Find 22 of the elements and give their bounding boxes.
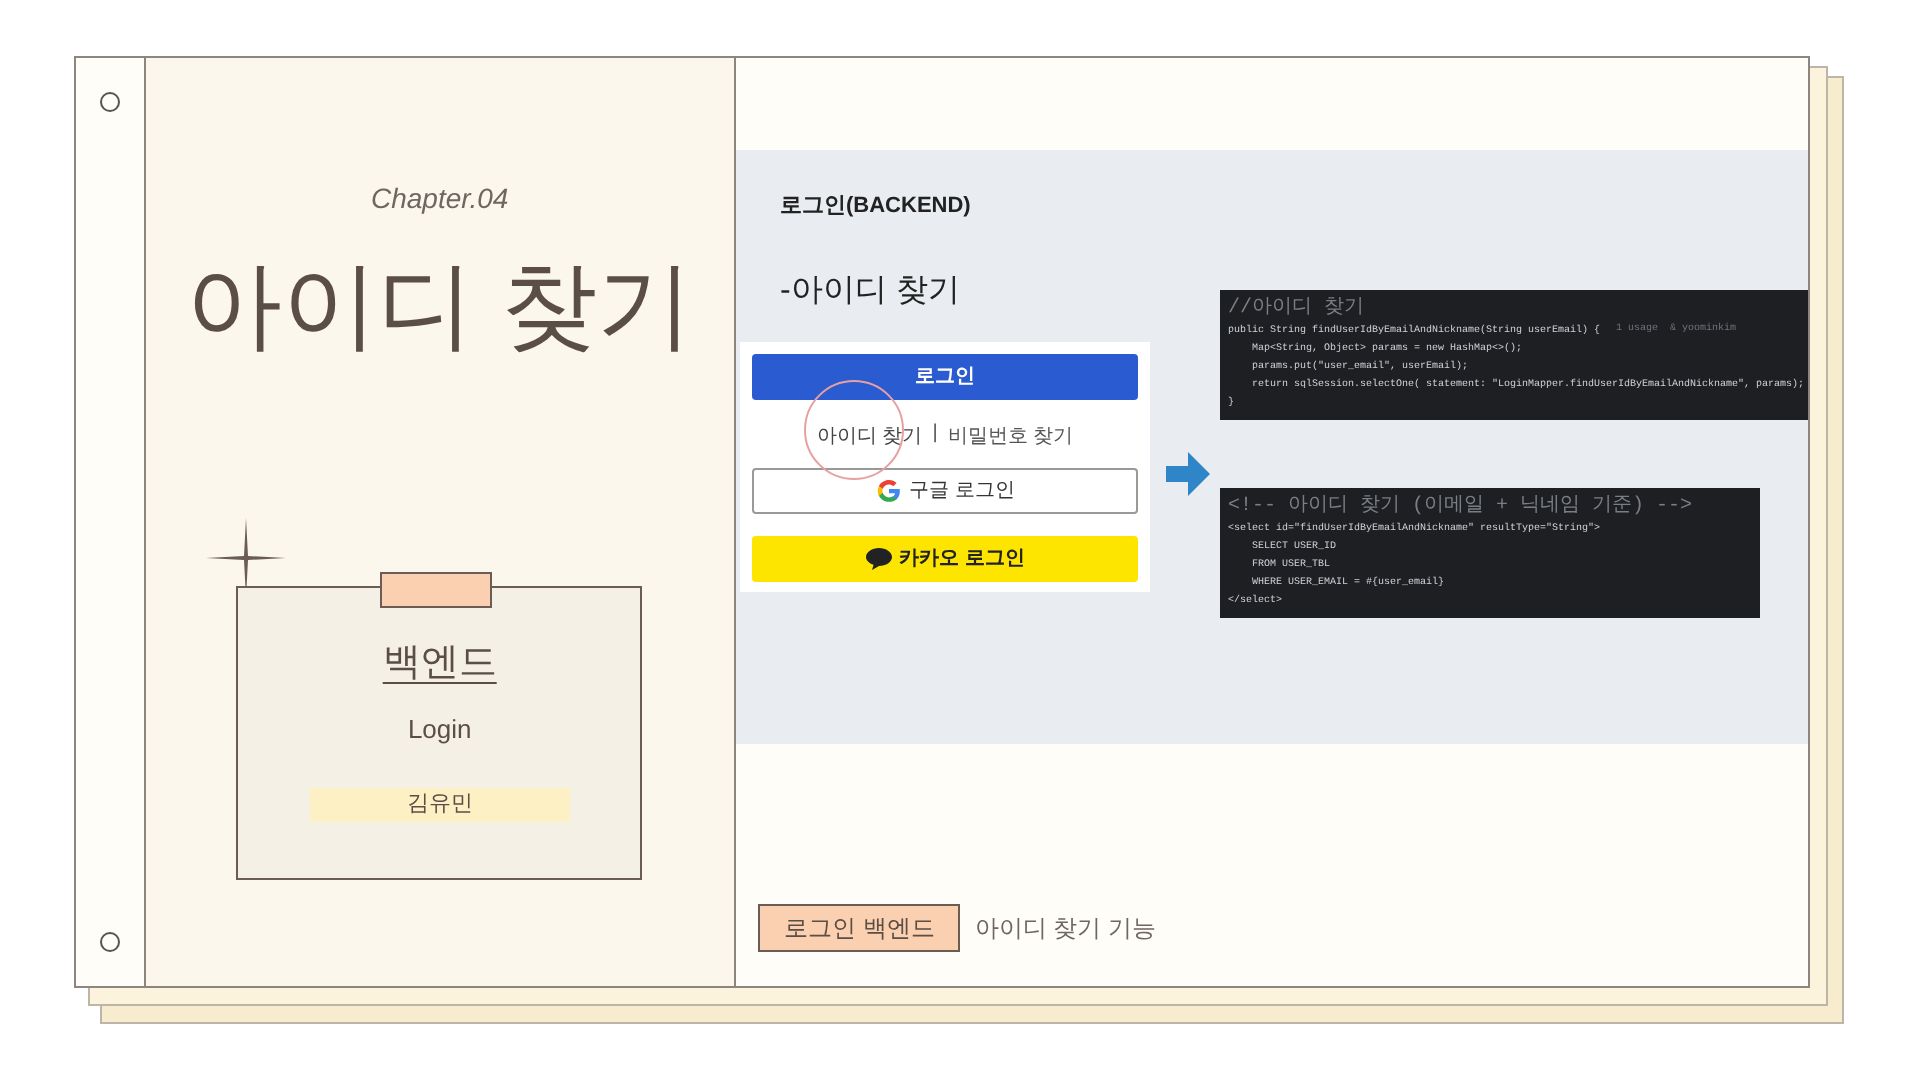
- code-comment: <!-- 아이디 찾기 (이메일 + 닉네임 기준) -->: [1228, 495, 1693, 519]
- kakao-login-button[interactable]: 카카오 로그인: [752, 535, 1138, 581]
- author-name: 김유민: [309, 788, 570, 821]
- card-heading: 백엔드: [382, 640, 497, 688]
- card-subtitle: Login: [407, 711, 472, 748]
- arrow-right-icon: [1166, 451, 1210, 495]
- binder-hole-icon: [99, 932, 120, 952]
- code-comment: //아이디 찾기: [1228, 297, 1365, 321]
- speech-bubble-icon: [865, 547, 892, 569]
- tag-label: 로그인 백엔드: [758, 904, 961, 952]
- slide-heading: 로그인(BACKEND): [780, 192, 971, 222]
- cover-title: 아이디 찾기: [186, 260, 694, 356]
- slide-subheading: -아이디 찾기: [780, 271, 960, 311]
- link-separator: |: [932, 420, 938, 448]
- find-link[interactable]: 아이디 찾기: [816, 425, 923, 447]
- chapter-label: Chapter.04: [370, 180, 509, 218]
- login-button[interactable]: 로그인: [752, 353, 1138, 399]
- binder-hole-icon: [99, 92, 120, 112]
- footer-caption: 아이디 찾기 기능: [974, 912, 1157, 946]
- google-login-button[interactable]: 구글 로그인: [752, 467, 1138, 513]
- find-link[interactable]: 비밀번호 찾기: [947, 425, 1074, 447]
- google-logo-icon: [875, 477, 902, 503]
